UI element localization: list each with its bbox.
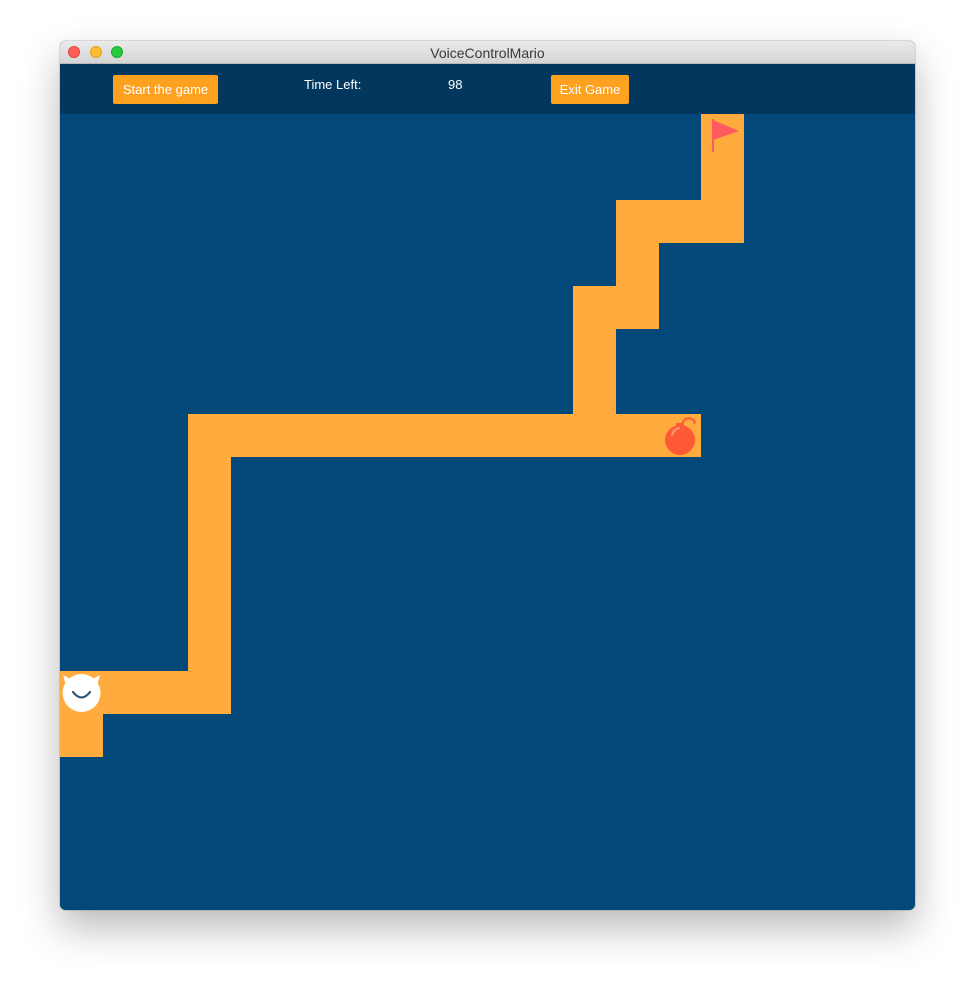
game-toolbar: Start the game Time Left: 98 Exit Game — [60, 64, 915, 114]
player-cat-icon — [62, 674, 101, 712]
window-title: VoiceControlMario — [430, 45, 545, 61]
time-left-label: Time Left: — [304, 77, 362, 92]
game-board — [60, 114, 915, 910]
path-tile — [60, 714, 103, 757]
exit-game-button[interactable]: Exit Game — [551, 75, 629, 104]
time-left-value: 98 — [448, 77, 463, 92]
goal-flag-icon — [712, 119, 739, 152]
start-game-button[interactable]: Start the game — [113, 75, 218, 104]
bomb-icon — [665, 417, 696, 455]
title-bar: VoiceControlMario — [60, 41, 915, 64]
game-window: VoiceControlMario Start the game Time Le… — [60, 41, 915, 910]
path-tile — [188, 414, 231, 714]
path-tile — [188, 414, 701, 457]
